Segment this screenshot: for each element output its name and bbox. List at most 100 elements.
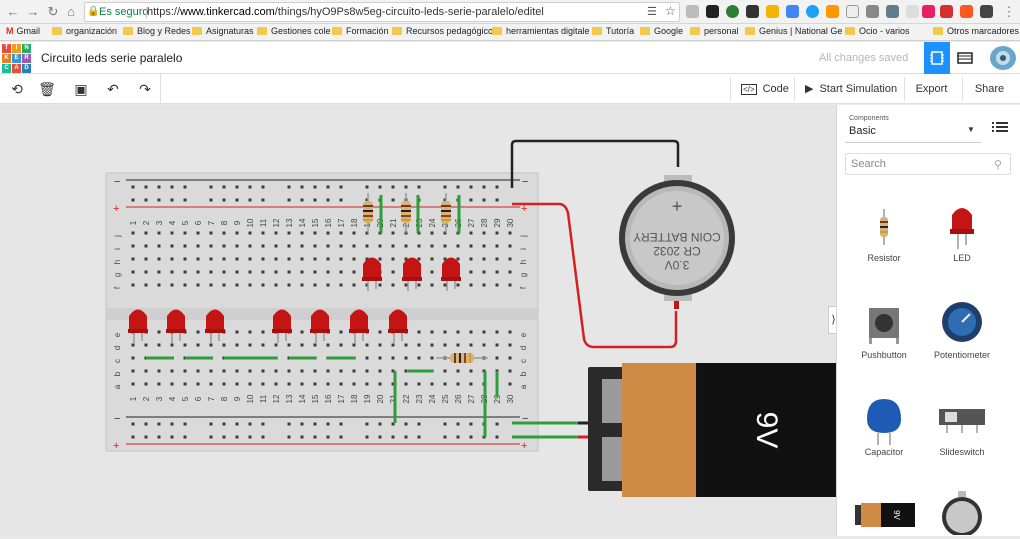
breadboard-hole[interactable] [235, 343, 239, 347]
breadboard-hole[interactable] [131, 270, 135, 274]
breadboard-hole[interactable] [404, 422, 408, 426]
breadboard-hole[interactable] [287, 198, 291, 202]
circuit-view-button[interactable] [924, 42, 950, 74]
breadboard-hole[interactable] [378, 369, 382, 373]
breadboard-hole[interactable] [339, 257, 343, 261]
breadboard-hole[interactable] [469, 270, 473, 274]
breadboard-hole[interactable] [339, 369, 343, 373]
breadboard-hole[interactable] [300, 198, 304, 202]
breadboard-hole[interactable] [287, 231, 291, 235]
breadboard-hole[interactable] [469, 369, 473, 373]
breadboard-hole[interactable] [482, 231, 486, 235]
bookmark-folder[interactable]: Genius | National Ge [745, 26, 842, 36]
breadboard-hole[interactable] [261, 198, 265, 202]
breadboard-hole[interactable] [430, 283, 434, 287]
breadboard-hole[interactable] [157, 382, 161, 386]
breadboard-hole[interactable] [261, 244, 265, 248]
mail-extension-icon[interactable] [686, 5, 699, 18]
menu-icon[interactable]: ⋮ [1000, 3, 1018, 21]
breadboard-hole[interactable] [196, 382, 200, 386]
breadboard-hole[interactable] [183, 270, 187, 274]
breadboard-hole[interactable] [287, 382, 291, 386]
breadboard-hole[interactable] [339, 422, 343, 426]
breadboard-hole[interactable] [326, 369, 330, 373]
breadboard-hole[interactable] [443, 382, 447, 386]
breadboard-hole[interactable] [248, 330, 252, 334]
components-dropdown[interactable]: Components Basic ▼ [845, 113, 981, 143]
breadboard-hole[interactable] [144, 185, 148, 189]
breadboard-hole[interactable] [456, 185, 460, 189]
breadboard-hole[interactable] [222, 343, 226, 347]
breadboard-hole[interactable] [144, 435, 148, 439]
code-button[interactable]: </> Code [730, 77, 799, 101]
breadboard-hole[interactable] [352, 369, 356, 373]
breadboard-hole[interactable] [144, 283, 148, 287]
breadboard-hole[interactable] [248, 185, 252, 189]
back-icon[interactable]: ← [4, 3, 22, 21]
breadboard-hole[interactable] [274, 369, 278, 373]
breadboard-hole[interactable] [287, 435, 291, 439]
breadboard-hole[interactable] [443, 185, 447, 189]
bookmark-folder[interactable]: Gestiones cole [257, 26, 331, 36]
breadboard-hole[interactable] [196, 330, 200, 334]
breadboard-hole[interactable] [300, 435, 304, 439]
component-led[interactable]: LED [923, 201, 1001, 281]
breadboard-hole[interactable] [391, 231, 395, 235]
breadboard-hole[interactable] [508, 270, 512, 274]
breadboard-hole[interactable] [365, 422, 369, 426]
breadboard-hole[interactable] [274, 283, 278, 287]
breadboard-hole[interactable] [170, 185, 174, 189]
breadboard-hole[interactable] [339, 244, 343, 248]
breadboard-hole[interactable] [456, 422, 460, 426]
breadboard-hole[interactable] [417, 330, 421, 334]
breadboard-hole[interactable] [261, 382, 265, 386]
breadboard-hole[interactable] [469, 330, 473, 334]
breadboard-hole[interactable] [183, 283, 187, 287]
breadboard-hole[interactable] [443, 330, 447, 334]
breadboard-hole[interactable] [235, 231, 239, 235]
breadboard-hole[interactable] [261, 435, 265, 439]
share-button[interactable]: Share [962, 77, 1016, 101]
breadboard-hole[interactable] [378, 283, 382, 287]
breadboard-hole[interactable] [378, 185, 382, 189]
breadboard-hole[interactable] [495, 330, 499, 334]
breadboard-hole[interactable] [456, 244, 460, 248]
bookmark-folder[interactable]: Recursos pedagógico [392, 26, 493, 36]
breadboard-hole[interactable] [339, 283, 343, 287]
breadboard-hole[interactable] [313, 283, 317, 287]
breadboard-hole[interactable] [430, 270, 434, 274]
breadboard-hole[interactable] [157, 422, 161, 426]
breadboard-hole[interactable] [495, 231, 499, 235]
breadboard-hole[interactable] [313, 270, 317, 274]
extension-icon[interactable] [980, 5, 993, 18]
breadboard-hole[interactable] [287, 343, 291, 347]
breadboard-hole[interactable] [300, 369, 304, 373]
breadboard-hole[interactable] [248, 257, 252, 261]
breadboard-hole[interactable] [170, 270, 174, 274]
breadboard-hole[interactable] [157, 369, 161, 373]
breadboard-hole[interactable] [378, 435, 382, 439]
extension-icon[interactable] [826, 5, 839, 18]
breadboard-hole[interactable] [300, 257, 304, 261]
breadboard-hole[interactable] [365, 185, 369, 189]
breadboard-hole[interactable] [313, 244, 317, 248]
breadboard-hole[interactable] [404, 356, 408, 360]
breadboard-hole[interactable] [495, 257, 499, 261]
breadboard-hole[interactable] [404, 369, 408, 373]
component-coin-battery[interactable] [939, 491, 985, 537]
breadboard-hole[interactable] [430, 330, 434, 334]
breadboard-hole[interactable] [508, 356, 512, 360]
extension-icon[interactable] [746, 5, 759, 18]
breadboard-hole[interactable] [209, 435, 213, 439]
breadboard-hole[interactable] [131, 356, 135, 360]
breadboard-hole[interactable] [261, 422, 265, 426]
breadboard-hole[interactable] [378, 356, 382, 360]
breadboard-hole[interactable] [131, 435, 135, 439]
breadboard-hole[interactable] [222, 244, 226, 248]
breadboard-hole[interactable] [170, 257, 174, 261]
breadboard-hole[interactable] [443, 343, 447, 347]
breadboard-hole[interactable] [417, 185, 421, 189]
breadboard-hole[interactable] [339, 330, 343, 334]
breadboard-hole[interactable] [196, 244, 200, 248]
extension-icon[interactable] [940, 5, 953, 18]
